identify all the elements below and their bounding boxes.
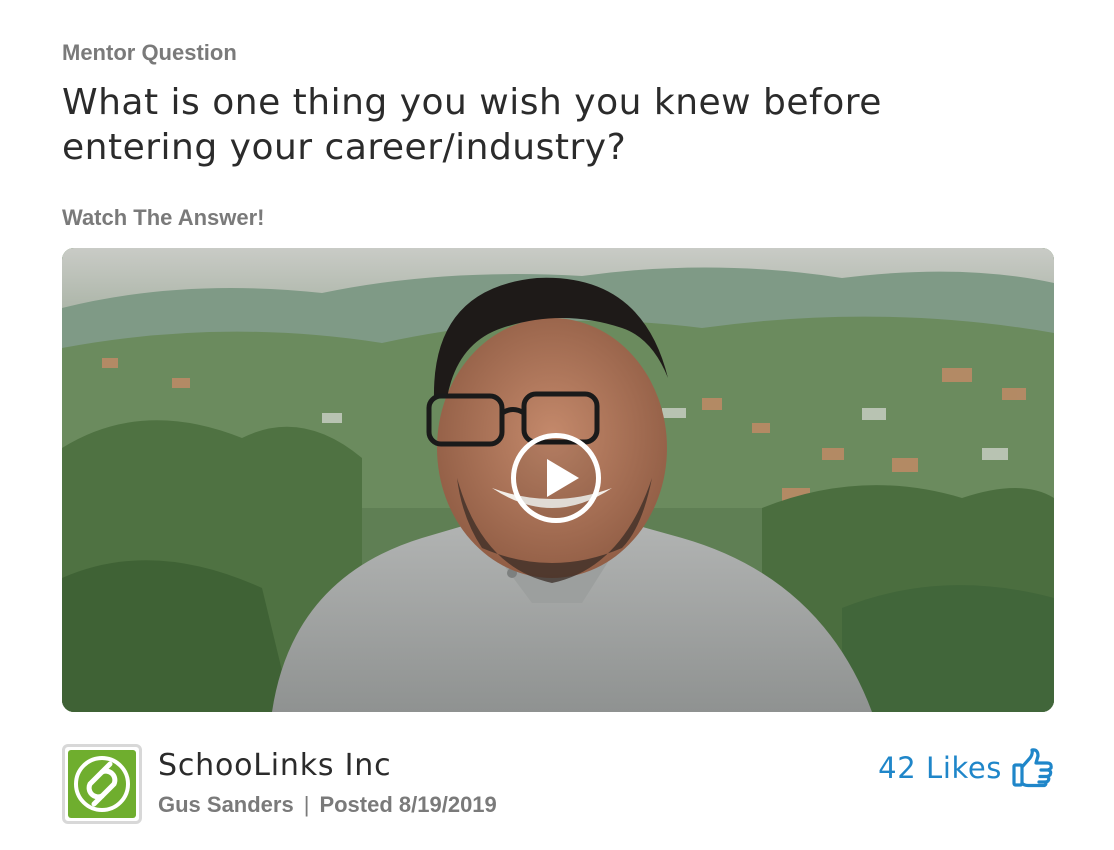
author-name[interactable]: Gus Sanders [158,792,294,817]
mentor-question-card: Mentor Question What is one thing you wi… [62,0,1054,850]
likes-count: 42 Likes [878,751,1002,785]
like-button[interactable]: 42 Likes [878,746,1054,790]
thumbs-up-icon [1012,748,1053,788]
meta-separator: | [303,792,310,817]
watch-answer-label: Watch The Answer! [62,205,265,230]
video-player[interactable] [62,248,1054,712]
post-meta: Gus Sanders | Posted 8/19/2019 [158,792,497,818]
play-icon [547,459,579,497]
schoolinks-logo-icon [68,750,136,818]
post-footer: SchooLinks Inc Gus Sanders | Posted 8/19/2… [62,744,1054,826]
organization-logo[interactable] [62,744,142,824]
play-button[interactable] [511,433,601,523]
question-title: What is one thing you wish you knew befo… [62,82,882,168]
organization-name[interactable]: SchooLinks Inc [158,748,391,783]
post-category: Mentor Question [62,40,237,65]
posted-date: Posted 8/19/2019 [319,792,497,817]
